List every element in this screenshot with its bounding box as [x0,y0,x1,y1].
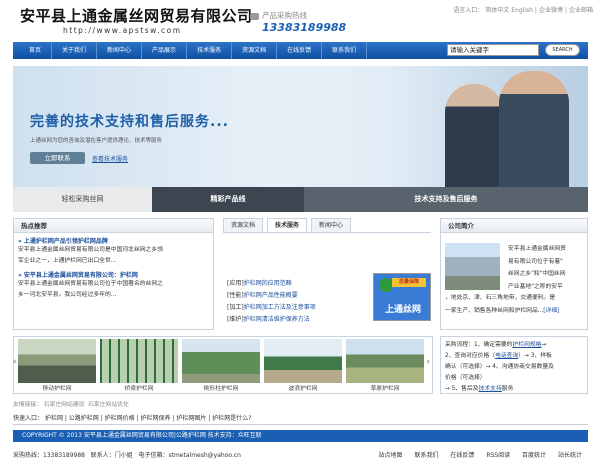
hot-item-desc: 安平县上通金属丝网贸易有限公司位于中国著名的丝网之 [18,281,163,287]
list-item[interactable]: [性能]护栏网产品性能概要 [227,290,316,302]
banner-person-man [499,71,569,187]
tab-tech-service[interactable]: 技术服务 [267,218,308,232]
hot-title: 热点推荐 [14,219,213,233]
hotline-number: 13383189988 [262,21,347,34]
header: 安平县上通金属丝网贸易有限公司 http://www.apstsw.com 产品… [0,0,600,42]
quick-link[interactable]: 公路护栏网 [69,415,99,422]
footer-email[interactable]: 电子信箱：stmetalmesh@yahoo.cn [138,452,240,459]
nav-about[interactable]: 关于我们 [52,42,98,59]
phone-icon [250,12,259,20]
search-input[interactable]: 请输入关键字 [447,44,539,56]
product-strip: ‹ 移动护栏网 桥梁护栏网 桃形柱护栏网 波浪护栏网 草原护栏网 › [13,336,433,394]
footer-hotline: 采购热线：13383189988 [13,452,85,459]
site-stats-link[interactable]: 站长统计 [558,452,582,459]
info-tab-body: [应用]护栏网的应用范畴 [性能]护栏网产品性能概要 [加工]护栏网加工方法及注… [223,232,431,330]
hot-item-title[interactable]: 安平县上通金属丝网贸易有限公司：护栏网 [14,267,213,279]
quick-links: 快速入口： 护栏网 | 公路护栏网 | 护栏网价格 | 护栏网保养 | 护栏网图… [13,413,588,425]
nav-docs[interactable]: 资源文档 [232,42,278,59]
footer-contact: 联系人：门小姐 [90,452,133,459]
product-card[interactable]: 移动护栏网 [18,339,96,392]
promo-badge-icon [379,278,393,292]
feedback-link[interactable]: 在线反馈 [450,452,474,459]
hot-panel: 热点推荐 上通护栏网产品引领护栏网品牌 安平县上通金属丝网贸易有限公司是中国河北… [13,218,214,330]
contact-now-button[interactable]: 立即联系 [30,152,85,164]
sitemap-link[interactable]: 站点地图 [379,452,403,459]
hot-item-desc: 军企业之一，上通护栏网已出口全世... [18,258,117,264]
promo-brand: 上通丝网 [384,305,421,315]
purchase-process: 采购流程：1、确定需要的护栏网规格→ 2、查询对应价格（电话查询）→ 3、样板 … [440,336,588,394]
banner-person-woman [445,84,503,187]
friend-link[interactable]: 石家庄网站优化 [88,402,129,408]
quick-link[interactable]: 护栏网价格 [105,415,135,422]
hotline-label: 产品采购热线 [250,10,307,21]
product-card[interactable]: 桃形柱护栏网 [182,339,260,392]
product-card[interactable]: 波浪护栏网 [264,339,342,392]
company-intro-cont: ，地处京、津、石三角地带，交通便利。是 一家生产、销售各种丝网和护栏网品...[… [445,295,560,314]
nav-products[interactable]: 产品展示 [142,42,188,59]
lang-zh-link[interactable]: 简体中文 [485,7,509,14]
info-tabs-panel: 资源文档 技术服务 新闻中心 [应用]护栏网的应用范畴 [性能]护栏网产品性能概… [223,218,431,330]
chevron-left-icon[interactable]: ‹ [13,357,17,367]
quick-link[interactable]: 护栏网图片 [176,415,206,422]
quick-link[interactable]: 护栏网是什么? [212,415,251,422]
weibo-link[interactable]: 企业微博 [539,7,563,14]
nav-news[interactable]: 新闻中心 [97,42,143,59]
chevron-right-icon[interactable]: › [426,357,430,367]
company-intro: 安平县上通金属丝网贸 易有限公司位于有着" 丝网之乡"和"中国丝网 产业基地"之… [508,246,566,290]
quick-link[interactable]: 护栏网 [45,415,63,422]
hero-banner: 完善的技术支持和售后服务... 上通丝网为您的咨询及潜在客户提供理论、技术等服务… [13,66,588,187]
search-button[interactable]: SEARCH [545,44,580,56]
friend-link[interactable]: 石家庄网站建设 [44,402,85,408]
company-more-link[interactable]: [详细] [543,308,559,314]
tab-easy-purchase[interactable]: 轻松采购丝网 [13,187,152,212]
lang-en-link[interactable]: English [511,7,533,14]
tech-list: [应用]护栏网的应用范畴 [性能]护栏网产品性能概要 [加工]护栏网加工方法及注… [227,278,316,326]
company-panel: 公司简介 安平县上通金属丝网贸 易有限公司位于有着" 丝网之乡"和"中国丝网 产… [440,218,588,330]
nav-feedback[interactable]: 在线反馈 [277,42,323,59]
banner-headline: 完善的技术支持和售后服务... [30,114,229,130]
tab-news[interactable]: 新闻中心 [311,218,352,232]
hot-item-title[interactable]: 上通护栏网产品引领护栏网品牌 [14,233,213,245]
nav-tech[interactable]: 技术服务 [187,42,233,59]
nav-home[interactable]: 首页 [13,42,53,59]
copyright-bar: COPYRIGHT © 2013 安平县上通金属丝网贸易有限公司|公路护栏网 技… [13,430,588,442]
site-url: http://www.apstsw.com [63,26,182,35]
mail-link[interactable]: 企业邮箱 [569,7,593,14]
list-item[interactable]: [维护]护栏网清洁维护保养方法 [227,314,316,326]
nav-contact[interactable]: 联系我们 [322,42,368,59]
tab-product-line[interactable]: 精彩产品线 [152,187,304,212]
product-card[interactable]: 桥梁护栏网 [100,339,178,392]
info-tabs: 资源文档 技术服务 新闻中心 [223,218,431,232]
footer-links: 站点地图 联系我们 在线反馈 RSS阅读 百度统计 站长统计 [369,450,582,459]
company-photo [445,243,500,290]
phone-query-link[interactable]: 电话查询 [495,353,518,359]
quality-promo-image[interactable]: 质量保障 上通丝网 [373,273,431,321]
tech-support-link[interactable]: 技术支持 [479,386,502,392]
site-logo[interactable]: 安平县上通金属丝网贸易有限公司 [20,5,253,26]
promo-quality-label: 质量保障 [392,278,426,287]
rss-link[interactable]: RSS阅读 [486,452,510,459]
hot-item-desc: 安平县上通金属丝网贸易有限公司是中国河北丝网之乡领 [18,247,163,253]
banner-subtitle: 上通丝网为您的咨询及潜在客户提供理论、技术等服务 [30,138,163,144]
top-links: 语言入口： 简体中文 English | 企业微博 | 企业邮箱 [453,7,593,14]
quick-link[interactable]: 护栏网保养 [141,415,171,422]
list-item[interactable]: [应用]护栏网的应用范畴 [227,278,316,290]
tab-tech-support[interactable]: 技术支持及售后服务 [304,187,588,212]
hot-item-desc: 乡一河北安平县。我公司经过多年的... [18,292,117,298]
friend-links: 友情链接： 石家庄网站建设 石家庄网站优化 [13,402,129,408]
section-tabs: 轻松采购丝网 精彩产品线 技术支持及售后服务 [13,187,588,212]
contact-link[interactable]: 联系我们 [414,452,438,459]
spec-link[interactable]: 护栏网规格 [512,342,541,348]
list-item[interactable]: [加工]护栏网加工方法及注意事项 [227,302,316,314]
baidu-stats-link[interactable]: 百度统计 [522,452,546,459]
product-card[interactable]: 草原护栏网 [346,339,424,392]
footer: 采购热线：13383189988 联系人：门小姐 电子信箱：stmetalmes… [13,450,588,459]
view-tech-link[interactable]: 查看技术服务 [92,154,128,163]
tab-docs[interactable]: 资源文档 [223,218,264,232]
company-title: 公司简介 [441,219,587,233]
